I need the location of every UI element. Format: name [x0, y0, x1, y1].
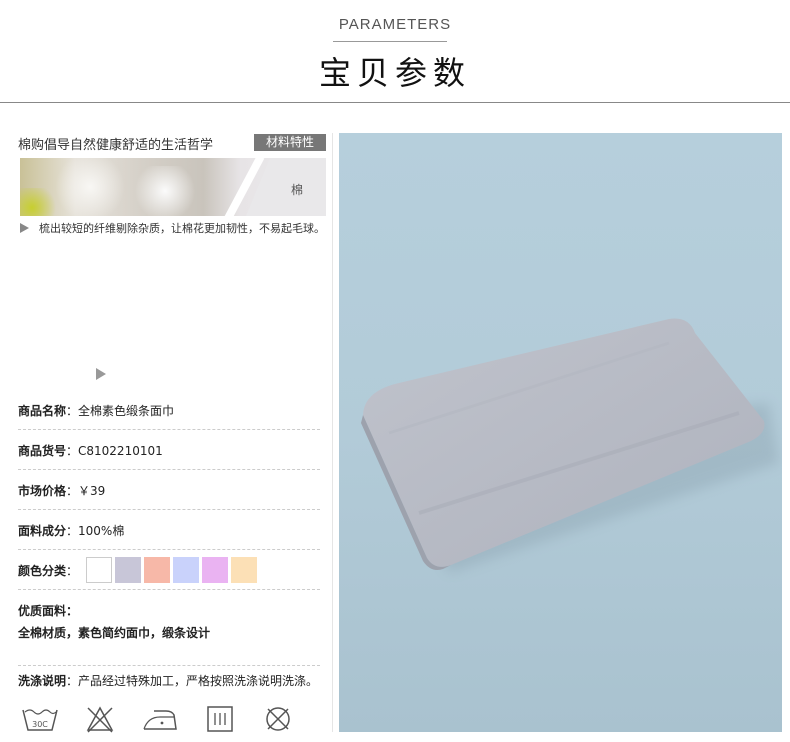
spec-row-name: 商品名称：全棉素色缎条面巾: [18, 402, 320, 430]
spec-key: 商品货号: [18, 444, 67, 458]
spec-value: ：100%棉: [66, 524, 125, 538]
spec-key: 市场价格: [18, 484, 67, 498]
material-badge: 材料特性: [254, 134, 326, 151]
description-text: 梳出较短的纤维剔除杂质，让棉花更加韧性，不易起毛球。: [39, 222, 325, 235]
wash-temp-label: 30C: [32, 720, 48, 729]
color-swatch-white[interactable]: [86, 557, 112, 583]
color-swatch-cream[interactable]: [231, 557, 257, 583]
spec-value: ：全棉素色缎条面巾: [66, 404, 175, 418]
no-dry-clean-icon: [266, 707, 290, 731]
spec-row-wash: 洗涤说明：产品经过特殊加工，严格按照洗涤说明洗涤。: [18, 672, 330, 689]
spec-value: ：￥39: [66, 484, 106, 498]
product-photo: [339, 133, 782, 732]
color-swatch-gray[interactable]: [115, 557, 141, 583]
bullet-triangle-icon: [20, 223, 29, 233]
spec-key: 洗涤说明: [18, 674, 67, 688]
spec-row-price: 市场价格：￥39: [18, 482, 320, 510]
color-swatches: [86, 557, 257, 583]
iron-low-icon: [143, 710, 177, 730]
color-swatch-violet[interactable]: [202, 557, 228, 583]
page-header: PARAMETERS 宝贝参数: [0, 0, 790, 104]
title-rule: [333, 41, 447, 42]
color-swatch-blue[interactable]: [173, 557, 199, 583]
tumble-dry-icon: [207, 706, 233, 732]
spec-row-fabric: 面料成分：100%棉: [18, 522, 320, 550]
spec-value: ：C8102210101: [66, 444, 163, 458]
material-description: 梳出较短的纤维剔除杂质，让棉花更加韧性，不易起毛球。: [20, 220, 325, 236]
header-divider: [0, 102, 790, 103]
chinese-title: 宝贝参数: [318, 54, 471, 92]
tagline: 棉购倡导自然健康舒适的生活哲学: [18, 138, 214, 153]
spec-row-color: 颜色分类：: [18, 557, 320, 590]
color-swatch-peach[interactable]: [144, 557, 170, 583]
spec-row-quality: 优质面料：: [18, 602, 320, 619]
play-triangle-icon[interactable]: [96, 368, 106, 380]
spec-value: ：产品经过特殊加工，严格按照洗涤说明洗涤。: [66, 674, 319, 688]
spec-colon: ：: [66, 604, 79, 618]
column-divider: [332, 133, 333, 732]
spec-key: 颜色分类: [18, 564, 67, 578]
towel-image: [361, 318, 779, 573]
cotton-banner: 棉: [20, 158, 326, 216]
spec-row-quality-text: 全棉材质，素色简约面巾，缎条设计: [18, 624, 320, 666]
spec-row-code: 商品货号：C8102210101: [18, 442, 320, 470]
spec-value: ：: [66, 564, 79, 578]
spec-key: 优质面料: [18, 604, 67, 618]
care-icons: 30C: [18, 702, 328, 742]
spec-value: 全棉材质，素色简约面巾，缎条设计: [18, 626, 211, 640]
spec-key: 商品名称: [18, 404, 67, 418]
no-bleach-icon: [86, 706, 114, 733]
wash-30c-icon: 30C: [22, 709, 58, 731]
english-title: PARAMETERS: [338, 16, 452, 33]
cotton-label: 棉: [291, 183, 304, 197]
spec-key: 面料成分: [18, 524, 67, 538]
